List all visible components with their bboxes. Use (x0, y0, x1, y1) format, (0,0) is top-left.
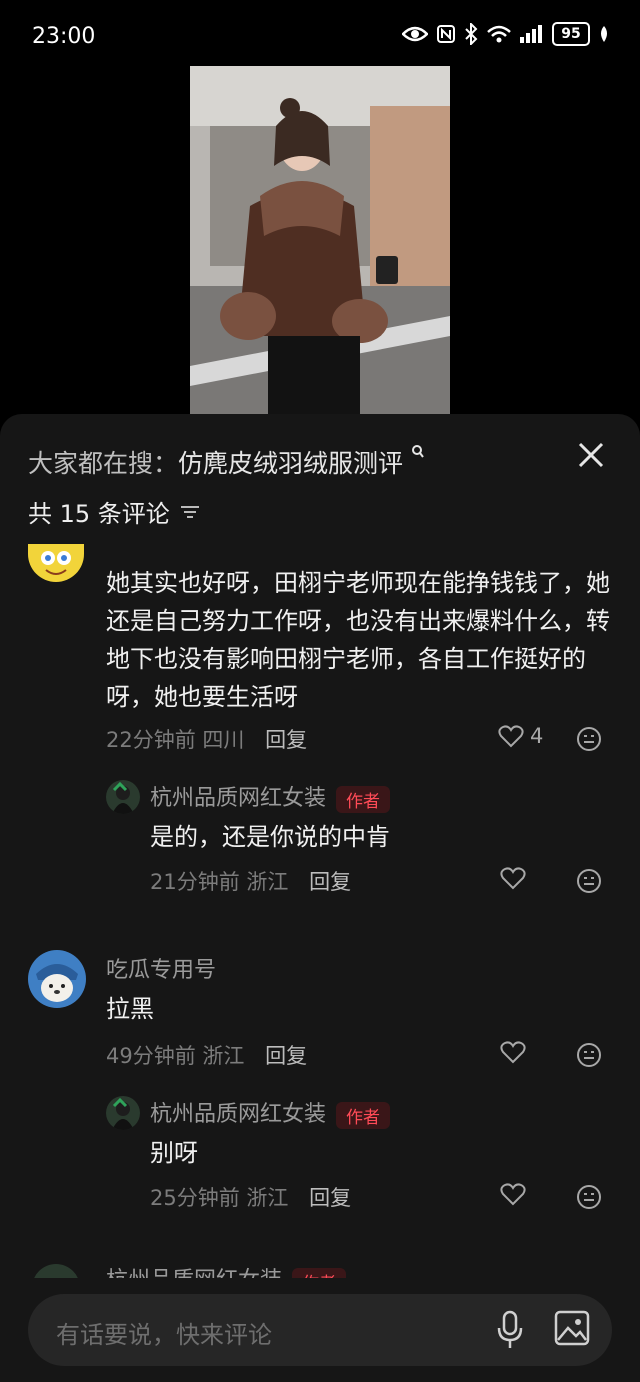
mic-icon[interactable] (496, 1310, 524, 1350)
reply-button[interactable]: 回复 (309, 1186, 351, 1210)
emoji-icon[interactable] (576, 726, 602, 752)
author-badge: 作者 (292, 1267, 347, 1278)
nfc-icon (437, 25, 455, 43)
comment-region: 浙江 (246, 1186, 289, 1210)
author-name: 杭州品质网红女装 (106, 1268, 282, 1278)
avatar[interactable] (32, 1264, 80, 1278)
close-icon[interactable] (576, 440, 606, 470)
reply-button[interactable]: 回复 (309, 870, 351, 894)
comment-time: 21分钟前 (150, 870, 240, 894)
comment-meta: 21分钟前 浙江 回复 (150, 866, 351, 896)
like-button[interactable] (500, 866, 526, 890)
comment-time: 25分钟前 (150, 1186, 240, 1210)
emoji-icon[interactable] (576, 1184, 602, 1210)
video-preview-image[interactable] (190, 66, 450, 416)
author-badge: 作者 (336, 1101, 391, 1129)
status-icons: 95 (402, 22, 610, 46)
comment-region: 浙江 (202, 1044, 245, 1068)
comment-text: 她其实也好呀，田栩宁老师现在能挣钱钱了，她还是自己努力工作呀，也没有出来爆料什么… (106, 569, 610, 711)
avatar[interactable] (28, 950, 86, 1008)
signal-icon (520, 25, 542, 43)
author-badge: 作者 (336, 785, 391, 813)
comment-author[interactable]: 杭州品质网红女装作者 (150, 1096, 391, 1129)
heart-icon (500, 1183, 526, 1206)
comment-count-row: 共 15 条评论 (28, 494, 200, 529)
avatar[interactable] (106, 780, 140, 814)
comment-item: 杭州品质网红女装作者 (0, 1264, 640, 1278)
sort-icon[interactable] (180, 504, 200, 520)
avatar[interactable] (28, 544, 84, 582)
comment-input[interactable]: 有话要说，快来评论 (56, 1315, 272, 1350)
wifi-icon (487, 25, 511, 43)
comment-text: 别呀 (150, 1139, 198, 1167)
comment-region: 四川 (202, 728, 245, 752)
comment-author[interactable]: 杭州品质网红女装作者 (150, 780, 391, 813)
comment-sheet: 大家都在搜：仿麂皮绒羽绒服测评 共 15 条评论 她其实也好呀，田栩宁老师现在能… (0, 414, 640, 1382)
search-icon (411, 445, 424, 458)
avatar[interactable] (106, 1096, 140, 1130)
like-button[interactable]: 4 (498, 724, 543, 748)
comment-meta: 22分钟前 四川 回复 (106, 724, 307, 754)
comment-count: 共 15 条评论 (28, 500, 170, 528)
trending-search-prefix: 大家都在搜： (28, 449, 179, 478)
heart-icon (500, 1041, 526, 1064)
emoji-icon[interactable] (576, 868, 602, 894)
like-button[interactable] (500, 1182, 526, 1206)
battery-icon: 95 (552, 22, 590, 46)
reply-button[interactable]: 回复 (265, 1044, 307, 1068)
leaf-icon (601, 26, 607, 42)
image-icon[interactable] (554, 1310, 590, 1346)
eye-icon (402, 26, 428, 42)
author-name: 杭州品质网红女装 (150, 1102, 327, 1127)
author-name: 杭州品质网红女装 (150, 786, 327, 811)
trending-search[interactable]: 大家都在搜：仿麂皮绒羽绒服测评 (28, 444, 425, 480)
like-count: 4 (530, 724, 544, 748)
comment-region: 浙江 (246, 870, 289, 894)
heart-icon (498, 725, 524, 748)
comment-input-bar[interactable]: 有话要说，快来评论 (28, 1294, 612, 1366)
status-bar: 23:00 95 (0, 0, 640, 72)
reply-button[interactable]: 回复 (265, 728, 307, 752)
comment-text: 拉黑 (106, 995, 154, 1023)
comment-time: 49分钟前 (106, 1044, 196, 1068)
comment-meta: 25分钟前 浙江 回复 (150, 1182, 351, 1212)
author-name[interactable]: 吃瓜专用号 (106, 952, 216, 984)
comment-text: 是的，还是你说的中肯 (150, 823, 390, 851)
comment-author[interactable]: 杭州品质网红女装作者 (106, 1264, 347, 1278)
comment-time: 22分钟前 (106, 728, 196, 752)
status-time: 23:00 (32, 24, 96, 49)
emoji-icon[interactable] (576, 1042, 602, 1068)
heart-icon (500, 867, 526, 890)
comment-meta: 49分钟前 浙江 回复 (106, 1040, 307, 1070)
like-button[interactable] (500, 1040, 526, 1064)
bluetooth-icon (465, 23, 478, 45)
trending-search-query[interactable]: 仿麂皮绒羽绒服测评 (178, 449, 403, 478)
